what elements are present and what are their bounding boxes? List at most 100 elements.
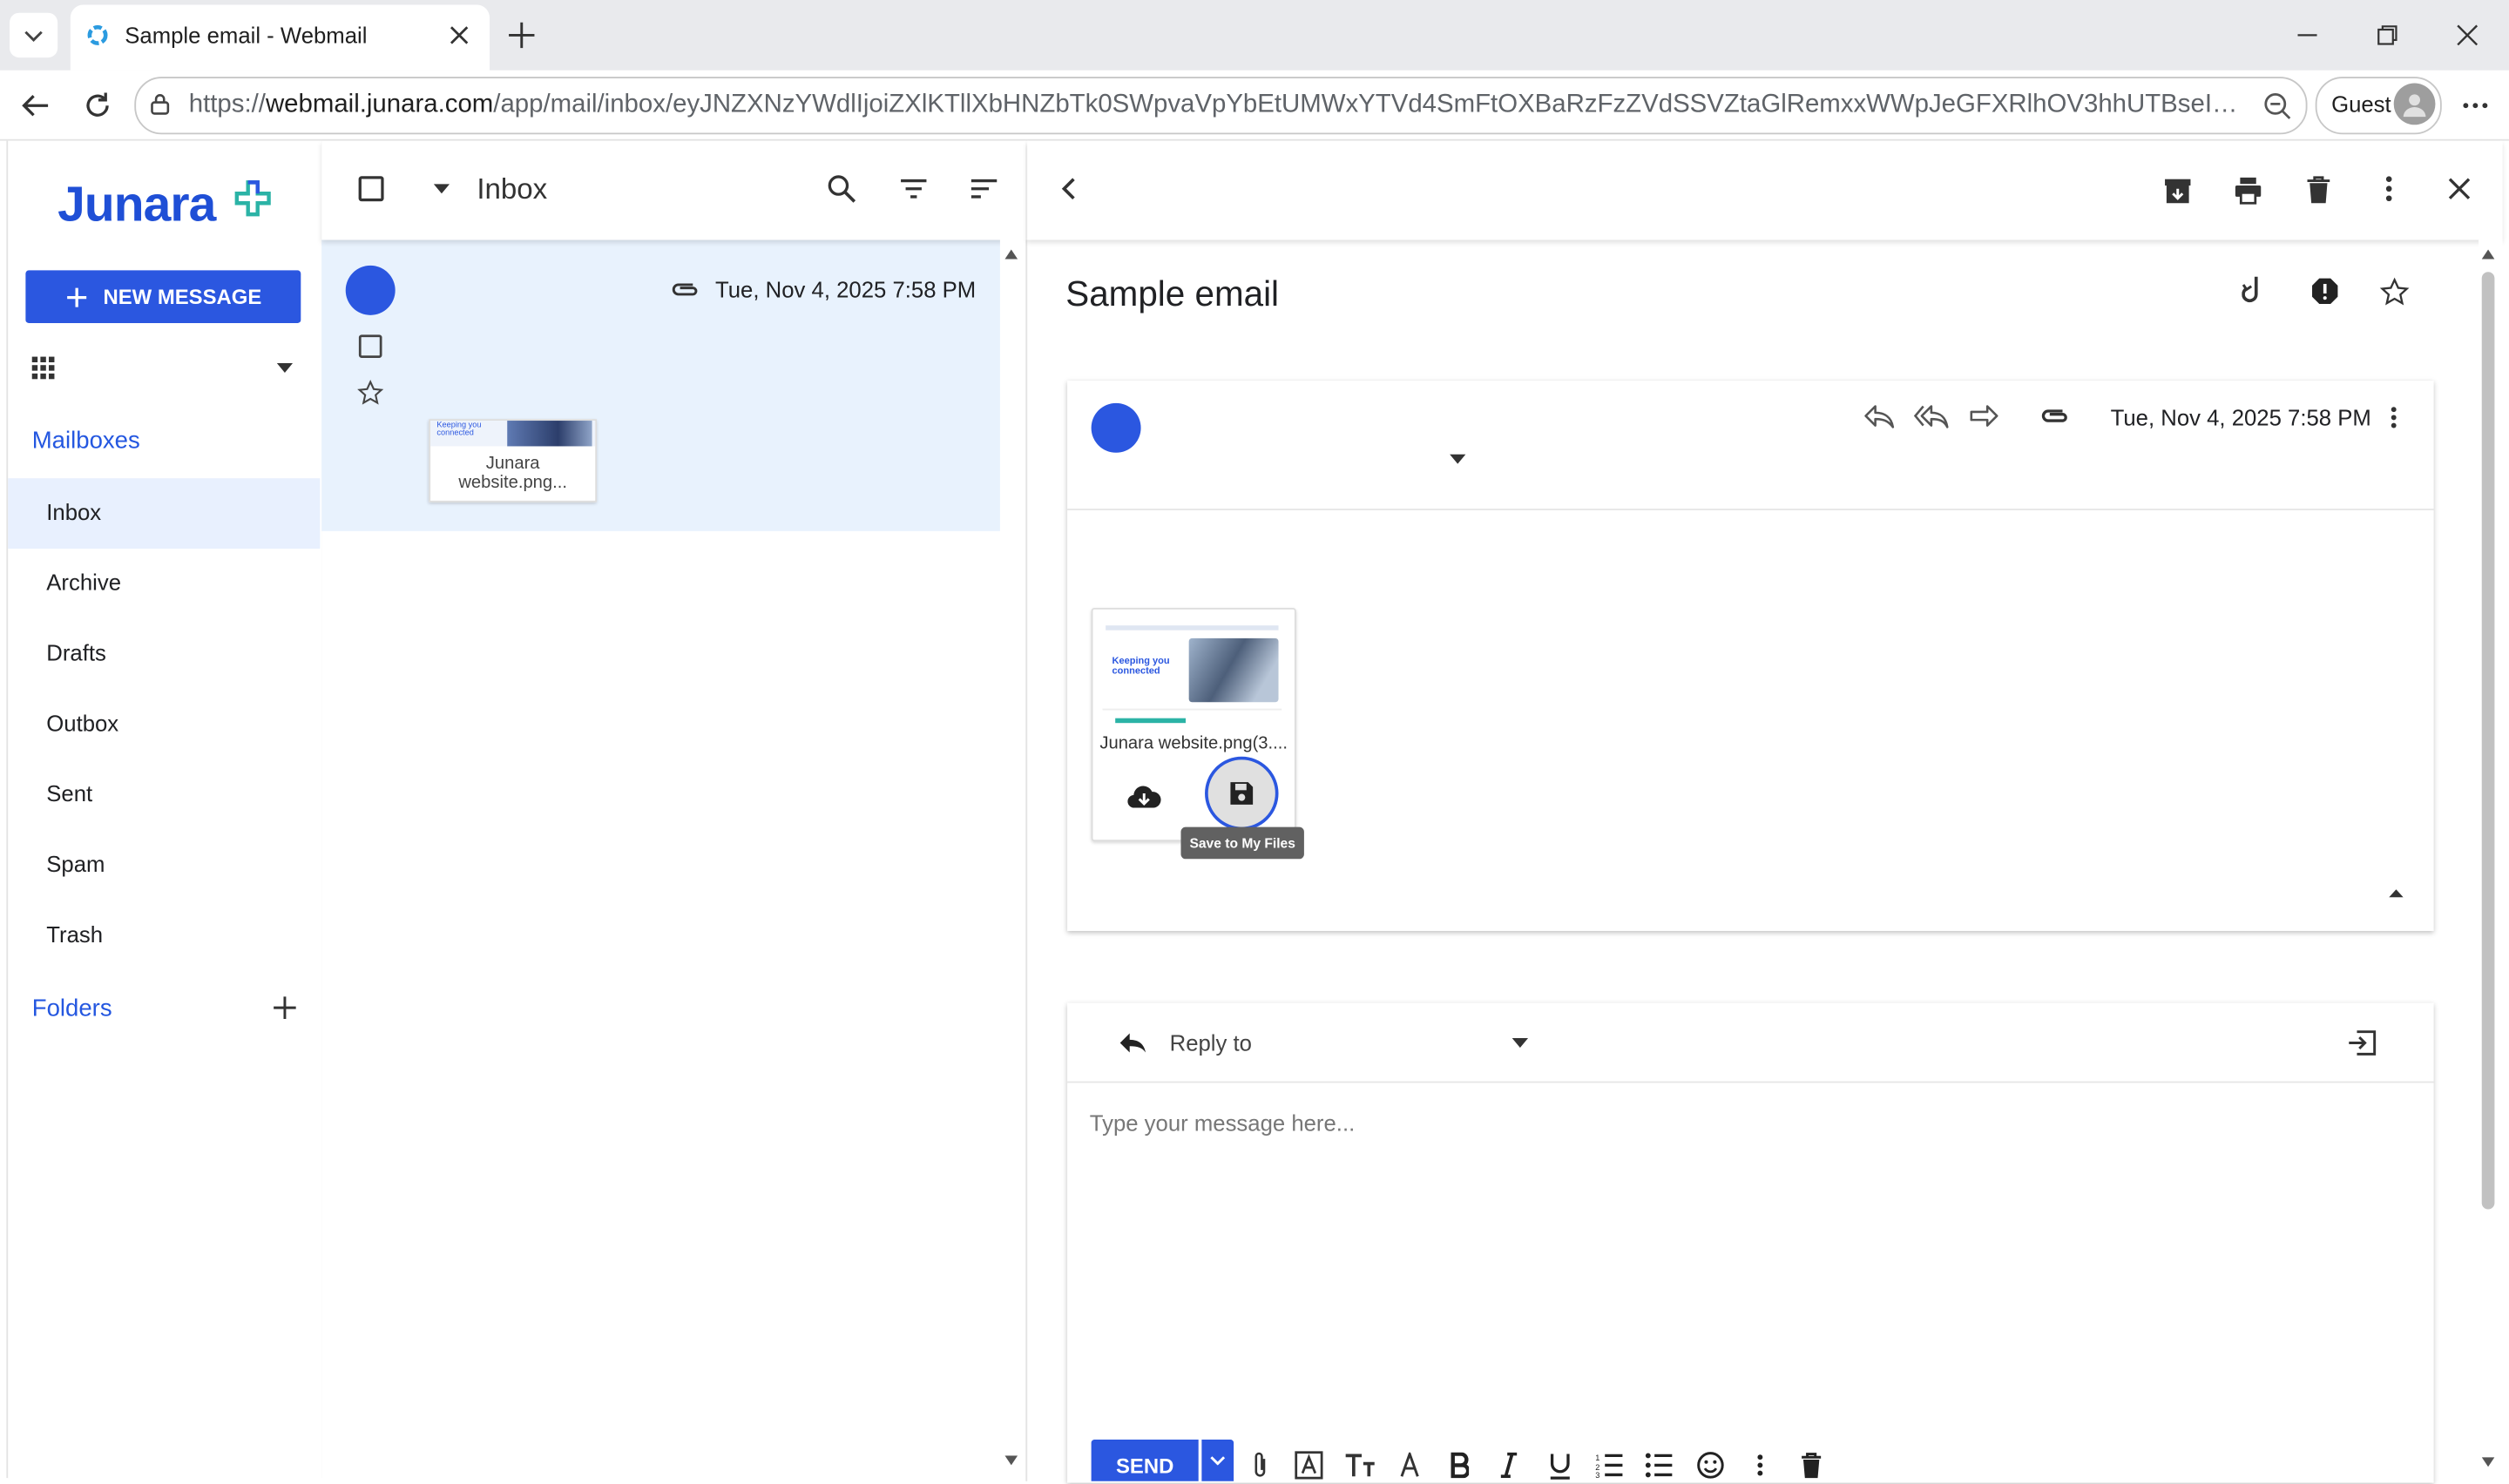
scroll-down-arrow-icon[interactable] (1004, 1453, 1019, 1468)
delete-icon[interactable] (2301, 172, 2336, 207)
reply-type-icon[interactable] (1115, 1027, 1150, 1059)
reader-scroll-up-icon[interactable] (2480, 246, 2496, 262)
reader-scrollbar-thumb[interactable] (2481, 272, 2495, 1210)
mailbox-item-inbox[interactable]: Inbox (8, 478, 321, 549)
filter-icon[interactable] (897, 172, 930, 205)
close-window-icon[interactable] (2448, 16, 2486, 54)
recipients-dropdown-icon[interactable] (1446, 449, 1469, 469)
reply-type-dropdown-icon[interactable] (1509, 1034, 1532, 1053)
restore-window-icon[interactable] (2368, 16, 2406, 54)
close-tab-icon[interactable] (445, 21, 474, 50)
hook-icon[interactable] (2237, 273, 2272, 308)
font-family-icon[interactable] (1293, 1449, 1325, 1481)
reply-placeholder: Type your message here... (1089, 1110, 1356, 1137)
minimize-window-icon[interactable] (2288, 16, 2326, 54)
collapse-arrow-icon[interactable] (2384, 883, 2407, 902)
profile-label: Guest (2331, 91, 2391, 118)
save-tooltip: Save to My Files (1180, 826, 1304, 860)
mailbox-item-archive[interactable]: Archive (8, 549, 320, 619)
attachment-card[interactable]: Keeping you connected Junara website.png… (1091, 607, 1296, 842)
star-outline-icon[interactable] (2376, 273, 2411, 308)
mailbox-item-trash[interactable]: Trash (8, 901, 320, 971)
add-folder-icon[interactable] (270, 994, 299, 1022)
select-all-checkbox[interactable] (355, 172, 388, 205)
message-checkbox[interactable] (355, 331, 384, 360)
attach-file-icon[interactable] (1248, 1449, 1274, 1481)
pop-out-icon[interactable] (2344, 1025, 2379, 1060)
preview-header-bar (1106, 625, 1279, 631)
sort-icon[interactable] (968, 172, 1000, 205)
message-date-detail: Tue, Nov 4, 2025 7:58 PM (2110, 404, 2371, 431)
tab-list-button[interactable] (10, 12, 58, 58)
send-options-button[interactable] (1201, 1440, 1234, 1481)
attachment-filename: Junara website.png(3.... (1099, 734, 1288, 754)
message-list-scrollbar[interactable] (999, 239, 1028, 1481)
apps-grid-icon[interactable] (27, 352, 59, 384)
message-more-icon[interactable] (2381, 403, 2406, 432)
attachment-thumbnail-card[interactable]: Keeping you connected Junara website.png… (429, 419, 598, 503)
bold-icon[interactable] (1444, 1449, 1476, 1481)
chevron-down-icon (24, 30, 43, 42)
star-icon[interactable] (355, 377, 386, 408)
url-text[interactable]: https://webmail.junara.com/app/mail/inbo… (189, 91, 2245, 120)
reply-body-input[interactable]: Type your message here... (1090, 1110, 2418, 1414)
forward-icon[interactable] (1965, 400, 2003, 432)
send-button[interactable]: SEND (1091, 1440, 1199, 1481)
apps-dropdown-icon[interactable] (272, 355, 297, 381)
search-icon[interactable] (826, 172, 858, 205)
mailbox-label: Trash (46, 921, 104, 948)
save-to-files-button[interactable] (1205, 756, 1279, 831)
close-message-icon[interactable] (2444, 172, 2476, 205)
reply-all-icon[interactable] (1912, 400, 1951, 432)
mailbox-item-outbox[interactable]: Outbox (8, 690, 320, 760)
preview-photo (1188, 637, 1279, 703)
mailbox-label: Inbox (46, 499, 102, 525)
new-message-button[interactable]: NEW MESSAGE (25, 270, 301, 324)
back-arrow-icon[interactable] (16, 86, 54, 125)
sender-avatar (345, 265, 396, 315)
bullet-list-icon[interactable] (1643, 1449, 1675, 1481)
back-chevron-icon[interactable] (1053, 172, 1085, 205)
reply-icon[interactable] (1859, 400, 1897, 432)
app-logo[interactable]: Junara (57, 176, 216, 233)
reload-icon[interactable] (78, 86, 117, 125)
folders-heading[interactable]: Folders (32, 995, 112, 1022)
new-tab-icon[interactable] (503, 16, 541, 54)
reply-divider (1067, 1081, 2434, 1083)
tab-title: Sample email - Webmail (125, 22, 368, 49)
mailbox-label: Spam (46, 851, 105, 877)
webmail-favicon-icon (86, 24, 109, 47)
download-cloud-icon[interactable] (1125, 779, 1163, 813)
reader-toolbar (1027, 140, 2503, 240)
mailbox-item-sent[interactable]: Sent (8, 759, 320, 830)
browser-menu-icon[interactable] (2456, 86, 2494, 125)
underline-icon[interactable] (1544, 1449, 1576, 1481)
message-card-divider (1067, 509, 2434, 510)
scroll-up-arrow-icon[interactable] (1004, 246, 1019, 262)
mailbox-item-spam[interactable]: Spam (8, 830, 320, 901)
mailbox-item-drafts[interactable]: Drafts (8, 619, 320, 690)
archive-icon[interactable] (2161, 172, 2195, 207)
zoom-icon[interactable] (2259, 88, 2294, 123)
attachment-clip-icon (2037, 403, 2072, 428)
preview-accent-line (1115, 718, 1186, 724)
site-info-icon[interactable] (145, 90, 174, 118)
more-vert-icon[interactable] (2373, 172, 2405, 205)
mailboxes-heading[interactable]: Mailboxes (32, 427, 140, 454)
report-spam-icon[interactable] (2308, 273, 2343, 308)
emoji-icon[interactable] (1694, 1449, 1727, 1481)
plus-icon (66, 287, 86, 307)
send-label: SEND (1115, 1453, 1174, 1478)
font-size-icon[interactable] (1342, 1449, 1377, 1481)
select-dropdown-icon[interactable] (429, 176, 454, 201)
numbered-list-icon[interactable]: 123 (1593, 1449, 1626, 1481)
print-icon[interactable] (2230, 172, 2265, 207)
text-color-icon[interactable] (1394, 1449, 1426, 1481)
reader-scroll-down-icon[interactable] (2480, 1454, 2496, 1470)
more-format-icon[interactable] (1748, 1449, 1773, 1481)
mailbox-label: Sent (46, 780, 93, 806)
mailbox-label: Archive (46, 569, 122, 596)
discard-draft-icon[interactable] (1796, 1449, 1828, 1481)
italic-icon[interactable] (1493, 1449, 1525, 1481)
thumbnail-photo (507, 421, 592, 447)
